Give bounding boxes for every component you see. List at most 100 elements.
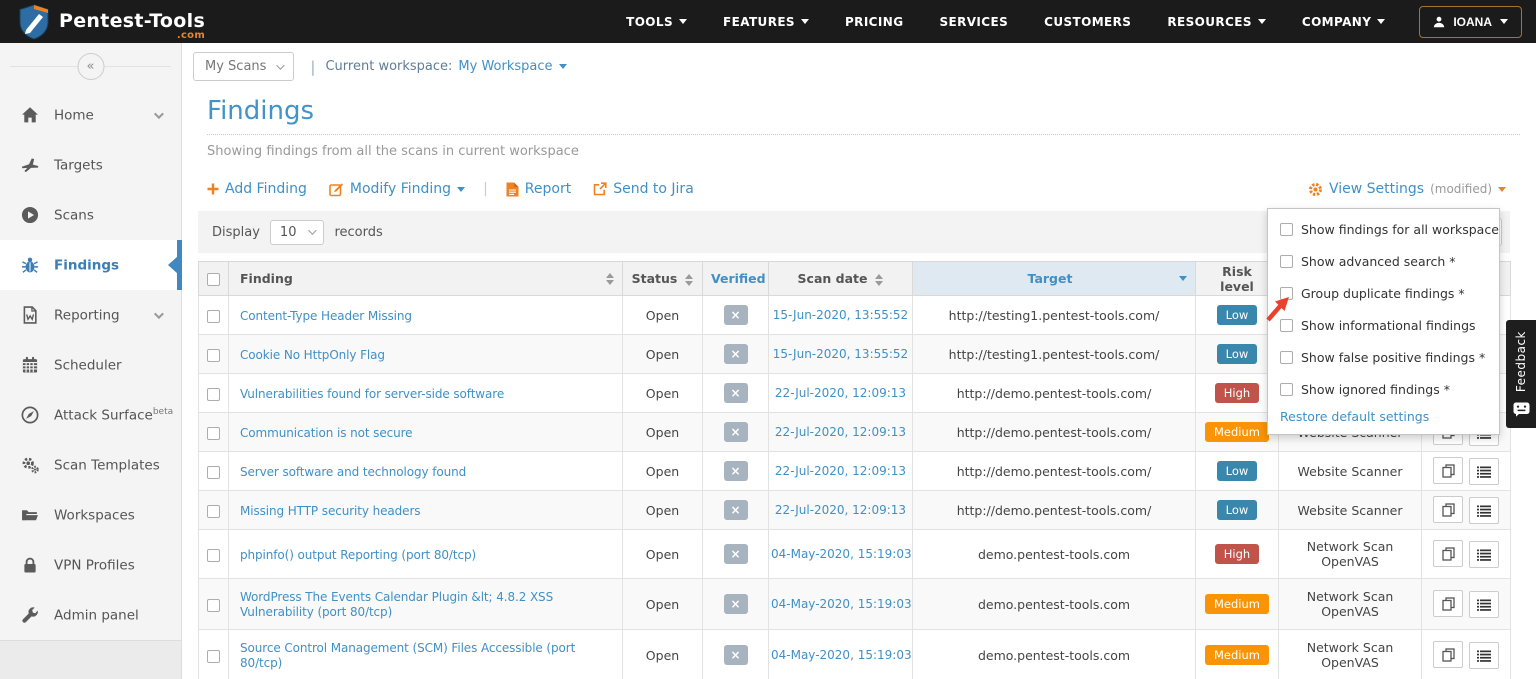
row-checkbox[interactable]	[207, 466, 220, 479]
row-checkbox[interactable]	[207, 650, 220, 663]
topnav-item[interactable]: FEATURES	[723, 15, 809, 29]
user-account-button[interactable]: IOANA	[1419, 6, 1522, 38]
finding-details-button[interactable]	[1469, 497, 1499, 524]
col-header-status[interactable]: Status	[623, 262, 703, 296]
finding-details-button[interactable]	[1469, 642, 1499, 669]
col-header-verified[interactable]: Verified	[703, 262, 769, 296]
finding-details-button[interactable]	[1469, 541, 1499, 568]
col-header-scan-date[interactable]: Scan date	[769, 262, 913, 296]
row-checkbox[interactable]	[207, 505, 220, 518]
topnav-item[interactable]: PRICING	[845, 15, 903, 29]
sidebar-item[interactable]: Scans	[0, 190, 181, 240]
verified-badge[interactable]: ×	[724, 594, 748, 614]
view-settings-button[interactable]: View Settings (modified)	[1308, 181, 1506, 197]
scan-date-link[interactable]: 22-Jul-2020, 12:09:13	[769, 413, 913, 452]
verified-badge[interactable]: ×	[724, 305, 748, 325]
scan-date-link[interactable]: 22-Jul-2020, 12:09:13	[769, 374, 913, 413]
topnav-item[interactable]: TOOLS	[626, 15, 687, 29]
workspace-selector[interactable]: My Workspace	[458, 59, 566, 74]
view-settings-option[interactable]: Show false positive findings *	[1280, 341, 1499, 373]
finding-link[interactable]: Source Control Management (SCM) Files Ac…	[240, 641, 575, 670]
verified-badge[interactable]: ×	[724, 383, 748, 403]
option-checkbox[interactable]	[1280, 351, 1293, 364]
verified-badge[interactable]: ×	[724, 645, 748, 665]
view-settings-option[interactable]: Group duplicate findings *	[1280, 277, 1499, 309]
view-settings-option[interactable]: Show advanced search *	[1280, 245, 1499, 277]
verified-badge[interactable]: ×	[724, 461, 748, 481]
sidebar-item[interactable]: Scan Templates	[0, 440, 181, 490]
scan-date-link[interactable]: 22-Jul-2020, 12:09:13	[769, 491, 913, 530]
page-title: Findings	[207, 96, 1520, 135]
option-checkbox[interactable]	[1280, 287, 1293, 300]
verified-badge[interactable]: ×	[724, 500, 748, 520]
sidebar-item[interactable]: Reporting	[0, 290, 181, 340]
row-checkbox[interactable]	[207, 549, 220, 562]
sidebar-item[interactable]: Findings	[0, 240, 181, 290]
option-checkbox[interactable]	[1280, 319, 1293, 332]
finding-details-button[interactable]	[1469, 591, 1499, 618]
finding-link[interactable]: Missing HTTP security headers	[240, 504, 420, 518]
scan-date-link[interactable]: 15-Jun-2020, 13:55:52	[769, 335, 913, 374]
finding-link[interactable]: WordPress The Events Calendar Plugin &lt…	[240, 590, 553, 619]
verified-badge[interactable]: ×	[724, 344, 748, 364]
option-checkbox[interactable]	[1280, 383, 1293, 396]
sidebar-item[interactable]: Home	[0, 90, 181, 140]
details-list-icon	[1477, 466, 1491, 478]
topnav-item[interactable]: COMPANY	[1302, 15, 1385, 29]
copy-finding-button[interactable]	[1433, 590, 1463, 617]
view-settings-option[interactable]: Show findings for all workspaces	[1280, 213, 1499, 245]
finding-link[interactable]: Communication is not secure	[240, 426, 412, 440]
col-header-finding[interactable]: Finding	[229, 262, 623, 296]
verified-badge[interactable]: ×	[724, 544, 748, 564]
row-checkbox[interactable]	[207, 599, 220, 612]
copy-finding-button[interactable]	[1433, 457, 1463, 484]
sidebar-item[interactable]: Scheduler	[0, 340, 181, 390]
row-checkbox[interactable]	[207, 388, 220, 401]
sidebar-item[interactable]: VPN Profiles	[0, 540, 181, 590]
finding-link[interactable]: Cookie No HttpOnly Flag	[240, 348, 385, 362]
my-scans-dropdown[interactable]: My Scans	[193, 52, 294, 81]
scan-date-link[interactable]: 04-May-2020, 15:19:03	[769, 530, 913, 579]
restore-default-settings-link[interactable]: Restore default settings	[1280, 409, 1499, 424]
finding-details-button[interactable]	[1469, 458, 1499, 485]
sidebar-item[interactable]: Targets	[0, 140, 181, 190]
option-checkbox[interactable]	[1280, 223, 1293, 236]
add-finding-button[interactable]: Add Finding	[207, 181, 307, 197]
row-checkbox[interactable]	[207, 310, 220, 323]
copy-finding-button[interactable]	[1433, 641, 1463, 668]
option-checkbox[interactable]	[1280, 255, 1293, 268]
topnav-item[interactable]: CUSTOMERS	[1044, 15, 1131, 29]
finding-link[interactable]: phpinfo() output Reporting (port 80/tcp)	[240, 548, 476, 562]
sidebar-collapse-button[interactable]: «	[77, 53, 104, 80]
report-button[interactable]: Report	[506, 181, 571, 197]
topnav-item[interactable]: RESOURCES	[1167, 15, 1266, 29]
scan-date-link[interactable]: 15-Jun-2020, 13:55:52	[769, 296, 913, 335]
modify-finding-button[interactable]: Modify Finding	[329, 181, 465, 197]
view-settings-option[interactable]: Show informational findings	[1280, 309, 1499, 341]
col-header-target[interactable]: Target	[913, 262, 1196, 296]
scan-date-link[interactable]: 04-May-2020, 15:19:03	[769, 579, 913, 630]
row-checkbox[interactable]	[207, 427, 220, 440]
topnav-item[interactable]: SERVICES	[939, 15, 1008, 29]
target-cell: http://demo.pentest-tools.com/	[913, 413, 1196, 452]
send-to-jira-button[interactable]: Send to Jira	[593, 181, 694, 197]
sidebar-item[interactable]: Admin panel	[0, 590, 181, 640]
sidebar-header: «	[0, 43, 181, 90]
brand-logo[interactable]: Pentest-Tools.com	[18, 4, 205, 40]
finding-link[interactable]: Vulnerabilities found for server-side so…	[240, 387, 504, 401]
feedback-tab[interactable]: Feedback	[1506, 320, 1536, 428]
records-per-page-select[interactable]: 10	[270, 220, 325, 245]
scan-date-link[interactable]: 04-May-2020, 15:19:03	[769, 630, 913, 679]
row-checkbox[interactable]	[207, 349, 220, 362]
sidebar-item[interactable]: Workspaces	[0, 490, 181, 540]
scan-date-link[interactable]: 22-Jul-2020, 12:09:13	[769, 452, 913, 491]
view-settings-option[interactable]: Show ignored findings *	[1280, 373, 1499, 405]
finding-link[interactable]: Content-Type Header Missing	[240, 309, 412, 323]
sidebar-item[interactable]: Attack Surfacebeta	[0, 390, 181, 440]
copy-finding-button[interactable]	[1433, 496, 1463, 523]
verified-badge[interactable]: ×	[724, 422, 748, 442]
select-all-checkbox[interactable]	[207, 273, 220, 286]
copy-finding-button[interactable]	[1433, 540, 1463, 567]
page-subtitle: Showing findings from all the scans in c…	[207, 144, 1520, 159]
finding-link[interactable]: Server software and technology found	[240, 465, 466, 479]
